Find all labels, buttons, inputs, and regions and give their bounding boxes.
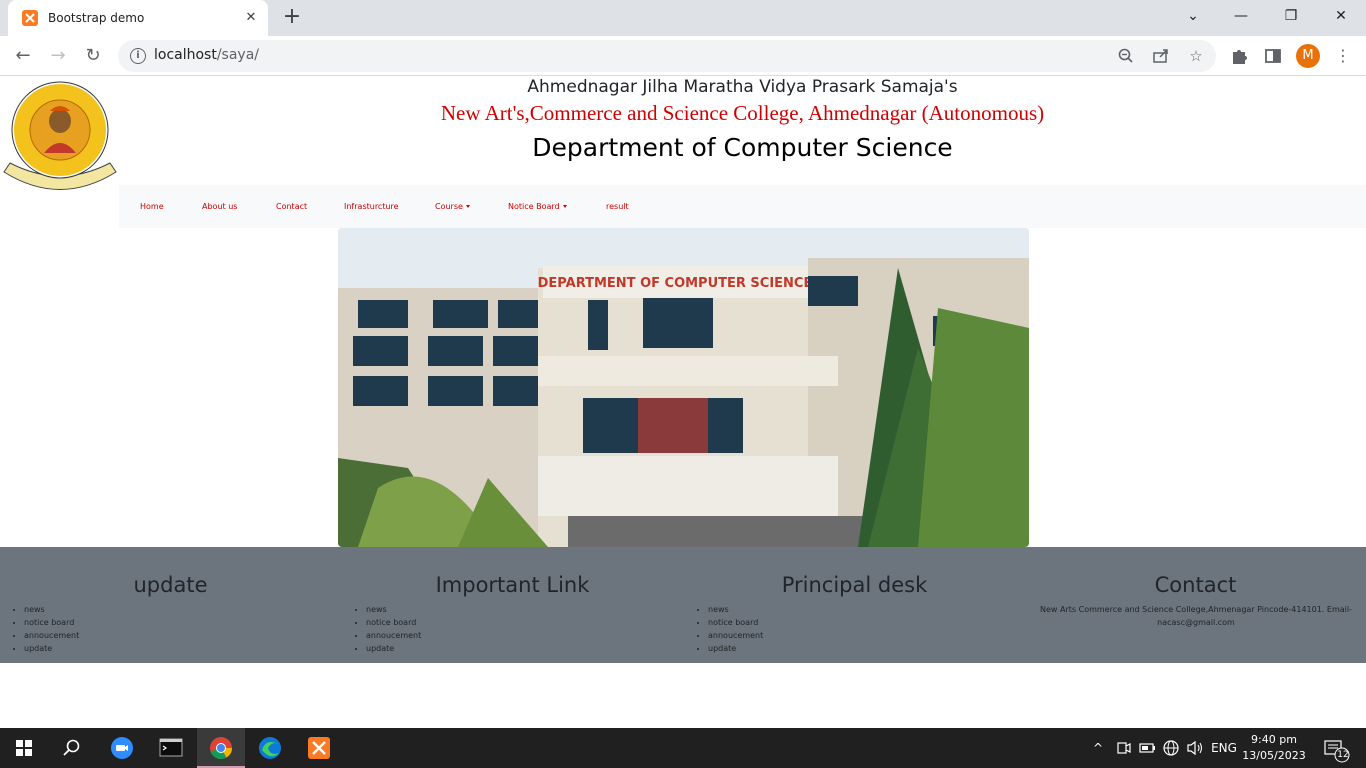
chrome-app-icon[interactable] xyxy=(197,728,245,768)
clock-date: 13/05/2023 xyxy=(1242,749,1306,762)
xampp-app-icon[interactable] xyxy=(295,728,343,768)
extensions-puzzle-icon[interactable] xyxy=(1228,45,1250,67)
profile-avatar[interactable]: M xyxy=(1296,44,1320,68)
meet-now-icon[interactable] xyxy=(1114,728,1134,768)
list-item[interactable]: annoucement xyxy=(24,629,79,642)
bookmark-star-icon[interactable]: ☆ xyxy=(1186,46,1206,66)
url-path: /saya/ xyxy=(216,47,260,63)
reload-button[interactable]: ↻ xyxy=(81,44,105,68)
nav-course-label: Course xyxy=(435,202,463,211)
menu-kebab-icon[interactable]: ⋮ xyxy=(1332,45,1354,67)
notification-count: 12 xyxy=(1337,750,1349,760)
tab-search-chevron-icon[interactable]: ⌄ xyxy=(1170,0,1216,34)
terminal-app-icon[interactable] xyxy=(147,728,195,768)
xampp-favicon-icon xyxy=(22,10,38,26)
zoom-app-icon[interactable] xyxy=(98,728,146,768)
zoom-icon[interactable] xyxy=(1116,46,1136,66)
volume-icon[interactable] xyxy=(1184,728,1206,768)
nav-notice-board-label: Notice Board xyxy=(508,202,560,211)
college-name: New Art's,Commerce and Science College, … xyxy=(440,101,1045,125)
tab-close-icon[interactable]: ✕ xyxy=(242,9,260,27)
nav-home[interactable]: Home xyxy=(140,202,164,211)
new-tab-button[interactable]: + xyxy=(280,6,304,30)
main-navbar: Home About us Contact Infrasturcture Cou… xyxy=(119,185,1366,228)
footer-principal-list: news notice board annoucement update xyxy=(708,603,763,655)
clock-time: 9:40 pm xyxy=(1251,733,1297,746)
footer-contact-address: New Arts Commerce and Science College,Ah… xyxy=(1040,605,1352,627)
network-globe-icon[interactable] xyxy=(1160,728,1182,768)
footer-update-title: update xyxy=(133,573,208,597)
college-logo xyxy=(0,77,120,194)
list-item[interactable]: notice board xyxy=(24,616,79,629)
dropdown-caret-icon xyxy=(465,205,470,208)
list-item[interactable]: news xyxy=(708,603,763,616)
nav-about-us[interactable]: About us xyxy=(202,202,237,211)
footer-important-link-column: Important Link news notice board annouce… xyxy=(342,547,683,663)
edge-app-icon[interactable] xyxy=(246,728,294,768)
search-icon[interactable] xyxy=(48,728,96,768)
nav-infrastructure[interactable]: Infrasturcture xyxy=(344,202,399,211)
taskbar-clock[interactable]: 9:40 pm 13/05/2023 xyxy=(1240,732,1308,764)
url-text[interactable]: localhost/saya/ xyxy=(154,47,259,63)
footer-update-column: update news notice board annoucement upd… xyxy=(0,547,341,663)
list-item[interactable]: update xyxy=(366,642,421,655)
restore-button[interactable]: ❐ xyxy=(1268,0,1314,34)
society-name: Ahmednagar Jilha Maratha Vidya Prasark S… xyxy=(527,77,958,97)
windows-taskbar: ^ ENG 9:40 pm 13/05/2023 12 xyxy=(0,728,1366,768)
address-bar[interactable]: i localhost/saya/ ☆ xyxy=(118,40,1216,72)
forward-button[interactable]: → xyxy=(46,44,70,68)
browser-tab-strip: Bootstrap demo ✕ + ⌄ — ❐ ✕ xyxy=(0,0,1366,36)
footer-principal-desk-column: Principal desk news notice board annouce… xyxy=(684,547,1025,663)
list-item[interactable]: annoucement xyxy=(366,629,421,642)
tab-title: Bootstrap demo xyxy=(48,11,145,25)
footer-contact-title: Contact xyxy=(1154,573,1237,597)
department-building-photo: DEPARTMENT OF COMPUTER SCIENCE xyxy=(338,228,1029,547)
list-item[interactable]: news xyxy=(24,603,79,616)
nav-contact[interactable]: Contact xyxy=(276,202,307,211)
footer-principal-desk-title: Principal desk xyxy=(781,573,928,597)
footer-update-list: news notice board annoucement update xyxy=(24,603,79,655)
dropdown-caret-icon xyxy=(562,205,567,208)
web-page: Ahmednagar Jilha Maratha Vidya Prasark S… xyxy=(0,77,1366,728)
list-item[interactable]: update xyxy=(24,642,79,655)
minimize-button[interactable]: — xyxy=(1218,0,1264,34)
nav-course-dropdown[interactable]: Course xyxy=(435,202,470,211)
back-button[interactable]: ← xyxy=(11,44,35,68)
start-button[interactable] xyxy=(0,728,48,768)
footer-important-list: news notice board annoucement update xyxy=(366,603,421,655)
nav-result[interactable]: result xyxy=(606,202,629,211)
battery-icon[interactable] xyxy=(1137,728,1157,768)
show-hidden-icons-chevron-icon[interactable]: ^ xyxy=(1088,728,1108,768)
list-item[interactable]: update xyxy=(708,642,763,655)
list-item[interactable]: news xyxy=(366,603,421,616)
share-icon[interactable] xyxy=(1151,46,1171,66)
list-item[interactable]: notice board xyxy=(366,616,421,629)
footer-important-link-title: Important Link xyxy=(435,573,590,597)
hero-sign-text: DEPARTMENT OF COMPUTER SCIENCE xyxy=(538,276,813,291)
browser-toolbar: ← → ↻ i localhost/saya/ ☆ M ⋮ xyxy=(0,36,1366,76)
footer-contact-column: Contact New Arts Commerce and Science Co… xyxy=(1025,547,1366,663)
nav-notice-board-dropdown[interactable]: Notice Board xyxy=(508,202,567,211)
list-item[interactable]: annoucement xyxy=(708,629,763,642)
list-item[interactable]: notice board xyxy=(708,616,763,629)
department-title: Department of Computer Science xyxy=(532,133,953,162)
side-panel-icon[interactable] xyxy=(1262,45,1284,67)
close-window-button[interactable]: ✕ xyxy=(1318,0,1364,34)
notification-center-icon[interactable]: 12 xyxy=(1320,728,1354,768)
url-host: localhost xyxy=(154,47,217,63)
page-footer: update news notice board annoucement upd… xyxy=(0,547,1366,663)
browser-tab[interactable]: Bootstrap demo ✕ xyxy=(8,0,268,36)
site-info-icon[interactable]: i xyxy=(130,48,146,64)
language-indicator[interactable]: ENG xyxy=(1208,728,1240,768)
